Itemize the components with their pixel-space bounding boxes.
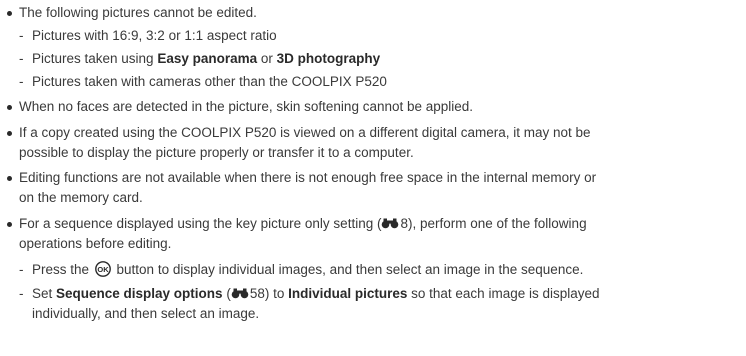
sub-item: - Press the OK button to display individ… xyxy=(19,260,739,280)
bold-term-sequence-display-options: Sequence display options xyxy=(56,286,223,301)
bullet-text-line2: on the memory card. xyxy=(19,190,143,205)
dash: - xyxy=(19,28,24,43)
sub-item-text: Pictures with 16:9, 3:2 or 1:1 aspect ra… xyxy=(32,28,277,43)
sub-item-text-line1: Set Sequence display options (58) to Ind… xyxy=(32,286,600,301)
bullet-text-line1: If a copy created using the COOLPIX P520… xyxy=(19,125,591,140)
bullet-item: When no faces are detected in the pictur… xyxy=(7,97,742,117)
bullet-item: Editing functions are not available when… xyxy=(7,168,742,208)
dash: - xyxy=(19,51,24,66)
reference-binoculars-icon xyxy=(382,218,399,229)
sub-item-text: Pictures taken using Easy panorama or 3D… xyxy=(32,51,381,66)
bullet-dot xyxy=(7,222,12,227)
sub-item: - Set Sequence display options (58) to I… xyxy=(19,284,739,324)
bold-term-individual-pictures: Individual pictures xyxy=(288,286,408,301)
bullet-item: For a sequence displayed using the key p… xyxy=(7,214,742,254)
bullet-dot xyxy=(7,105,12,110)
bullet-text-line1: For a sequence displayed using the key p… xyxy=(19,216,587,231)
bullet-text: When no faces are detected in the pictur… xyxy=(19,99,474,114)
bullet-item: The following pictures cannot be edited. xyxy=(7,3,742,23)
dash: - xyxy=(19,262,24,277)
bullet-text-line2: possible to display the picture properly… xyxy=(19,145,414,160)
reference-binoculars-icon xyxy=(231,288,249,299)
dash: - xyxy=(19,286,24,301)
manual-page: The following pictures cannot be edited.… xyxy=(0,0,746,356)
ok-button-icon: OK xyxy=(94,261,111,277)
bullet-dot xyxy=(7,11,12,16)
sub-item: - Pictures taken using Easy panorama or … xyxy=(19,49,739,69)
svg-text:OK: OK xyxy=(97,265,109,274)
sub-item-text: Pictures taken with cameras other than t… xyxy=(32,74,387,89)
bold-term-easy-panorama: Easy panorama xyxy=(157,51,258,66)
bullet-item: If a copy created using the COOLPIX P520… xyxy=(7,123,742,163)
sub-item: - Pictures with 16:9, 3:2 or 1:1 aspect … xyxy=(19,26,739,46)
sub-item: - Pictures taken with cameras other than… xyxy=(19,72,739,92)
bullet-dot xyxy=(7,176,12,181)
sub-item-text-line2: individually, and then select an image. xyxy=(32,306,260,321)
bullet-text-line1: Editing functions are not available when… xyxy=(19,170,597,185)
bullet-text: The following pictures cannot be edited. xyxy=(19,5,257,20)
sub-item-text: Press the OK button to display individua… xyxy=(32,261,584,277)
bullet-text-line2: operations before editing. xyxy=(19,236,172,251)
dash: - xyxy=(19,74,24,89)
bullet-dot xyxy=(7,131,12,136)
bold-term-3d-photography: 3D photography xyxy=(276,51,381,66)
